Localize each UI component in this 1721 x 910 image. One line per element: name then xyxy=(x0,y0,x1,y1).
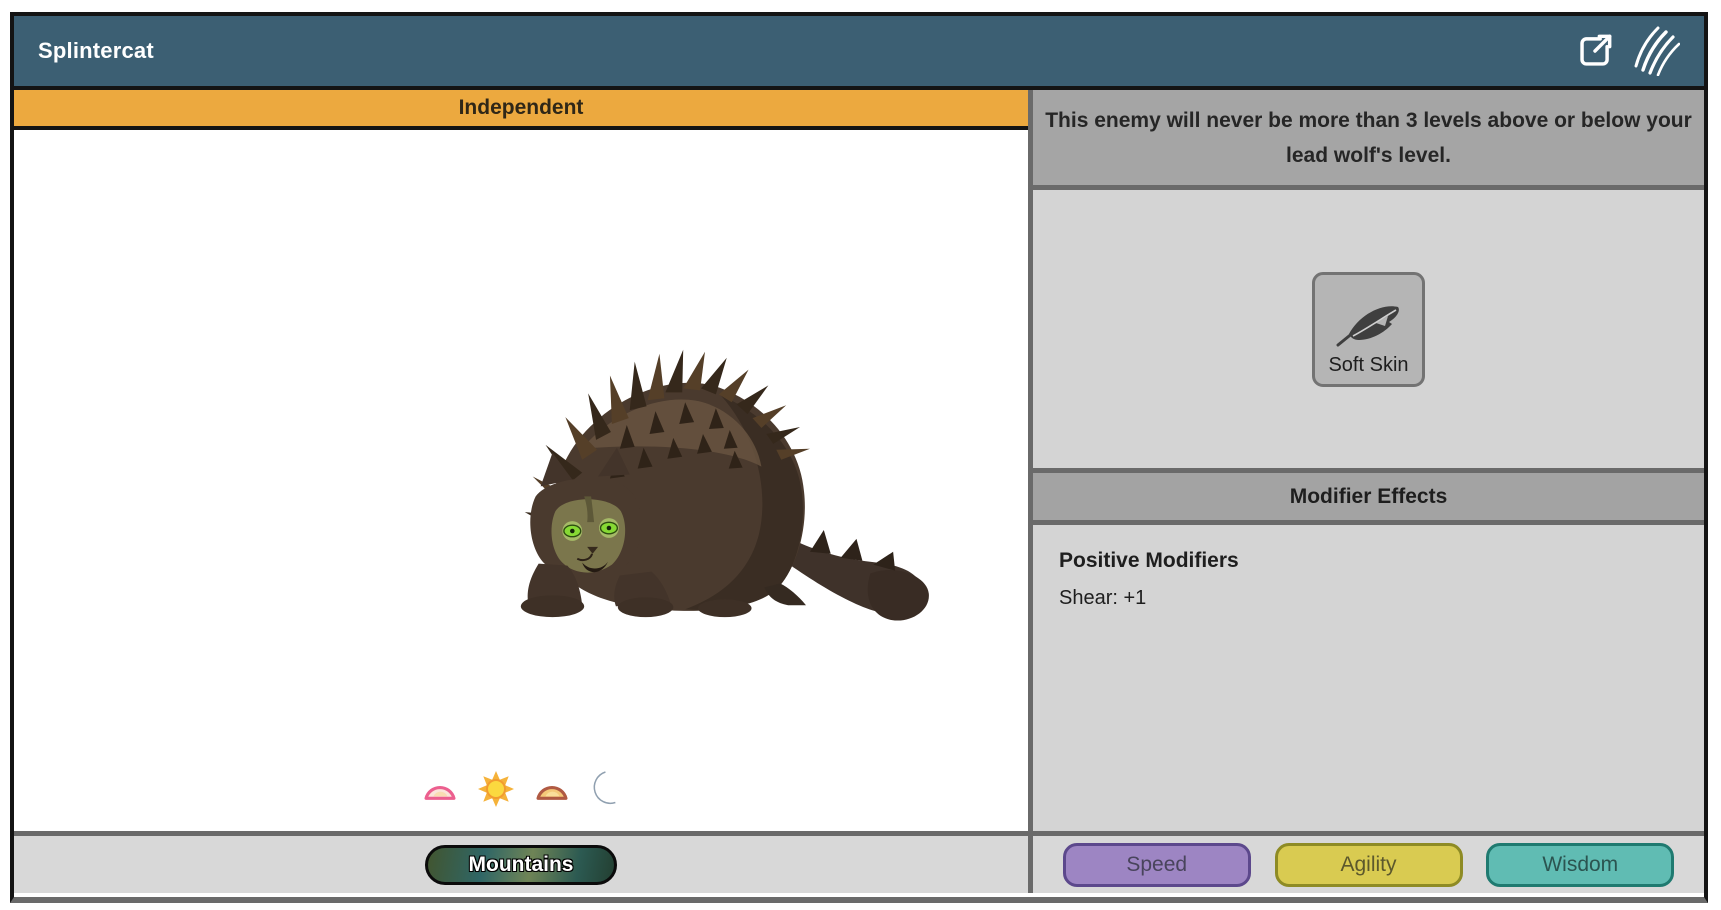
night-icon xyxy=(588,770,622,808)
dawn-icon xyxy=(421,776,459,802)
stat-button-wisdom[interactable]: Wisdom xyxy=(1486,843,1674,887)
splintercat-image xyxy=(466,328,942,630)
enemy-display-panel: Independent xyxy=(14,90,1028,831)
modifier-effects-body: Positive Modifiers Shear: +1 xyxy=(1033,525,1704,831)
active-times-row xyxy=(14,769,1028,809)
external-link-icon[interactable] xyxy=(1576,32,1614,70)
faction-banner: Independent xyxy=(14,90,1028,130)
stat-buttons-area: Speed Agility Wisdom xyxy=(1033,836,1704,893)
dusk-icon xyxy=(533,776,571,802)
day-icon xyxy=(476,769,516,809)
enemy-title: Splintercat xyxy=(38,38,154,64)
window-header: Splintercat xyxy=(14,16,1704,90)
modifier-effects-header: Modifier Effects xyxy=(1033,473,1704,525)
weakness-soft-skin[interactable]: Soft Skin xyxy=(1312,272,1425,387)
habitat-button-mountains[interactable]: Mountains xyxy=(425,845,617,885)
habitat-area: Mountains xyxy=(14,836,1028,893)
enemy-info-window: Splintercat Independen xyxy=(10,12,1708,903)
weakness-label: Soft Skin xyxy=(1328,354,1408,377)
feather-icon xyxy=(1332,298,1406,350)
claw-marks-icon[interactable] xyxy=(1632,26,1680,76)
weakness-section: Soft Skin xyxy=(1033,190,1704,473)
stat-button-agility[interactable]: Agility xyxy=(1275,843,1463,887)
enemy-stage xyxy=(14,130,1028,831)
level-note: This enemy will never be more than 3 lev… xyxy=(1033,90,1704,190)
header-icon-group xyxy=(1576,26,1680,76)
footer-bar: Mountains Speed Agility Wisdom xyxy=(14,831,1704,893)
stat-button-speed[interactable]: Speed xyxy=(1063,843,1251,887)
positive-modifiers-title: Positive Modifiers xyxy=(1059,549,1678,573)
modifier-shear: Shear: +1 xyxy=(1059,587,1678,610)
enemy-detail-panel: This enemy will never be more than 3 lev… xyxy=(1033,90,1704,831)
main-area: Independent xyxy=(14,90,1704,831)
